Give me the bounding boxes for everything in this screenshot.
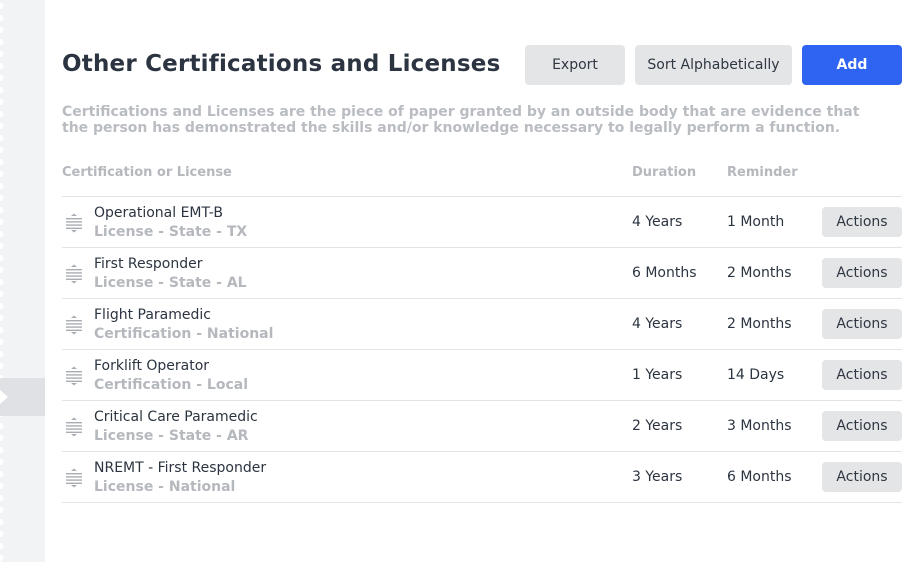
sort-alphabetically-button[interactable]: Sort Alphabetically — [635, 45, 792, 85]
row-name: Operational EMT-B — [94, 205, 223, 221]
row-subtitle: Certification - Local — [94, 377, 249, 393]
row-duration: 4 Years — [632, 316, 683, 332]
row-reminder: 2 Months — [727, 316, 792, 332]
row-duration: 4 Years — [632, 214, 683, 230]
add-button[interactable]: Add — [802, 45, 902, 85]
row-reminder: 3 Months — [727, 418, 792, 434]
column-header-duration: Duration — [632, 165, 697, 180]
row-reminder: 14 Days — [727, 367, 785, 383]
row-reminder: 1 Month — [727, 214, 785, 230]
drag-handle-icon[interactable] — [66, 468, 82, 488]
table-row: Operational EMT-B License - State - TX 4… — [62, 197, 902, 248]
drag-handle-icon[interactable] — [66, 366, 82, 386]
row-reminder: 6 Months — [727, 469, 792, 485]
drag-handle-icon[interactable] — [66, 315, 82, 335]
actions-button[interactable]: Actions — [822, 411, 902, 441]
row-name: NREMT - First Responder — [94, 460, 267, 476]
rail-edge — [0, 0, 8, 562]
row-name: First Responder — [94, 256, 203, 272]
drag-handle-icon[interactable] — [66, 213, 82, 233]
certifications-table: Certification or License Duration Remind… — [62, 160, 902, 503]
row-subtitle: License - State - TX — [94, 224, 248, 240]
column-header-reminder: Reminder — [727, 165, 798, 180]
table-row: First Responder License - State - AL 6 M… — [62, 248, 902, 299]
page-title: Other Certifications and Licenses — [62, 51, 501, 77]
row-subtitle: License - State - AR — [94, 428, 249, 444]
row-subtitle: License - State - AL — [94, 275, 247, 291]
row-subtitle: License - National — [94, 479, 236, 495]
page-description: Certifications and Licenses are the piec… — [62, 104, 860, 136]
row-reminder: 2 Months — [727, 265, 792, 281]
table-header: Certification or License Duration Remind… — [62, 160, 902, 197]
row-duration: 1 Years — [632, 367, 683, 383]
actions-button[interactable]: Actions — [822, 309, 902, 339]
actions-button[interactable]: Actions — [822, 360, 902, 390]
table-row: Forklift Operator Certification - Local … — [62, 350, 902, 401]
row-duration: 6 Months — [632, 265, 697, 281]
column-header-name: Certification or License — [62, 165, 232, 180]
drag-handle-icon[interactable] — [66, 417, 82, 437]
actions-button[interactable]: Actions — [822, 207, 902, 237]
row-duration: 3 Years — [632, 469, 683, 485]
export-button[interactable]: Export — [525, 45, 625, 85]
row-subtitle: Certification - National — [94, 326, 274, 342]
left-rail — [0, 0, 45, 562]
actions-button[interactable]: Actions — [822, 462, 902, 492]
main-content: Other Certifications and Licenses Export… — [62, 0, 902, 562]
table-row: Flight Paramedic Certification - Nationa… — [62, 299, 902, 350]
table-row: NREMT - First Responder License - Nation… — [62, 452, 902, 503]
row-duration: 2 Years — [632, 418, 683, 434]
table-row: Critical Care Paramedic License - State … — [62, 401, 902, 452]
drag-handle-icon[interactable] — [66, 264, 82, 284]
row-name: Critical Care Paramedic — [94, 409, 258, 425]
row-name: Forklift Operator — [94, 358, 210, 374]
row-name: Flight Paramedic — [94, 307, 211, 323]
actions-button[interactable]: Actions — [822, 258, 902, 288]
tab-notch-icon — [0, 390, 8, 404]
